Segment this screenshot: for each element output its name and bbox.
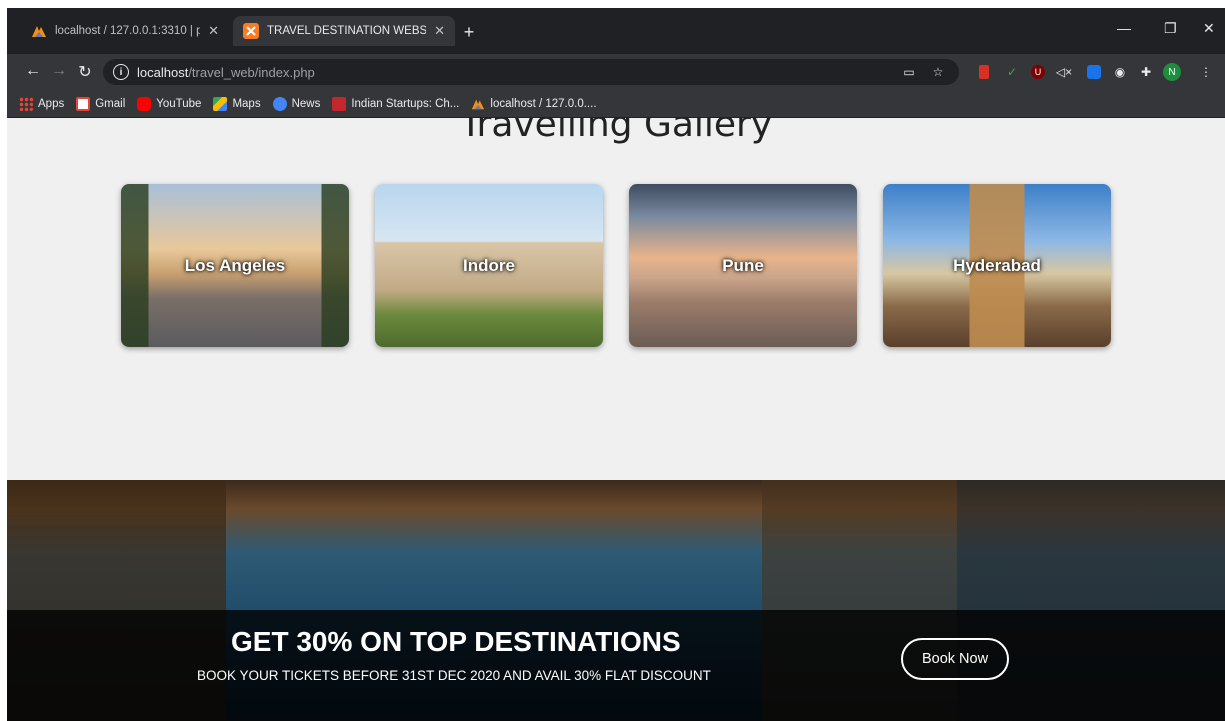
close-window-icon[interactable]: ✕ xyxy=(1203,20,1215,37)
youtube-icon xyxy=(137,96,152,111)
bookmark-label: localhost / 127.0.0.... xyxy=(490,97,597,110)
gallery-card-los-angeles[interactable]: Los Angeles xyxy=(121,184,349,347)
card-city-label: Hyderabad xyxy=(953,256,1041,275)
xampp-icon xyxy=(243,23,259,39)
close-tab-icon[interactable]: ✕ xyxy=(434,23,445,39)
bookmark-maps[interactable]: Maps xyxy=(213,96,261,111)
bookmark-indian-startups[interactable]: Indian Startups: Ch... xyxy=(332,96,460,111)
bookmark-label: YouTube xyxy=(156,97,202,110)
tab-title: localhost / 127.0.0.1:3310 | phpM xyxy=(55,25,201,37)
address-bar[interactable]: i localhost/travel_web/index.php xyxy=(103,59,959,85)
promo-subtext: BOOK YOUR TICKETS BEFORE 31ST DEC 2020 A… xyxy=(197,668,711,683)
bookmark-label: Gmail xyxy=(95,97,126,110)
new-tab-button[interactable]: + xyxy=(459,22,479,43)
gallery-card-hyderabad[interactable]: Hyderabad xyxy=(883,184,1111,347)
apps-grid-icon xyxy=(19,96,33,111)
bookmark-label: Indian Startups: Ch... xyxy=(351,97,460,110)
ghost-extension-icon[interactable]: ◉ xyxy=(1111,63,1129,81)
forward-arrow-icon[interactable]: → xyxy=(49,62,69,80)
phpmyadmin-icon xyxy=(471,97,485,111)
et-icon xyxy=(332,96,347,111)
gmail-icon xyxy=(76,96,91,111)
ublock-icon[interactable]: U xyxy=(1029,63,1047,81)
bookmark-apps[interactable]: Apps xyxy=(19,96,65,111)
gallery-card-pune[interactable]: Pune xyxy=(629,184,857,347)
bookmark-label: Maps xyxy=(232,97,261,110)
minimize-icon[interactable]: — xyxy=(1117,20,1131,36)
gallery-card-indore[interactable]: Indore xyxy=(375,184,603,347)
profile-avatar[interactable]: N xyxy=(1163,63,1181,81)
check-extension-icon[interactable]: ✓ xyxy=(1003,63,1021,81)
bookmark-localhost[interactable]: localhost / 127.0.0.... xyxy=(471,97,597,111)
restore-icon[interactable]: ❐ xyxy=(1164,20,1177,37)
card-city-label: Pune xyxy=(722,256,764,275)
news-icon xyxy=(272,96,287,111)
tab-phpmyadmin[interactable]: localhost / 127.0.0.1:3310 | phpM ✕ xyxy=(21,16,229,46)
site-info-icon[interactable]: i xyxy=(113,64,129,80)
extensions-puzzle-icon[interactable]: ✚ xyxy=(1137,63,1155,81)
tab-title: TRAVEL DESTINATION WEBSITE xyxy=(267,25,427,37)
bookmark-youtube[interactable]: YouTube xyxy=(137,96,202,111)
close-tab-icon[interactable]: ✕ xyxy=(208,23,219,39)
cast-icon[interactable]: ▭ xyxy=(900,63,918,81)
card-city-label: Indore xyxy=(463,256,515,275)
url-host: localhost xyxy=(137,64,189,80)
book-now-button[interactable]: Book Now xyxy=(901,638,1009,680)
card-city-label: Los Angeles xyxy=(184,256,286,275)
screen-capture-icon[interactable] xyxy=(1085,63,1103,81)
url-path: /travel_web/index.php xyxy=(188,64,315,80)
browser-window: localhost / 127.0.0.1:3310 | phpM ✕ TRAV… xyxy=(7,8,1225,721)
bookmark-gmail[interactable]: Gmail xyxy=(76,96,126,111)
extension-red-icon[interactable] xyxy=(975,63,993,81)
gallery-title: Travelling Gallery xyxy=(459,118,773,145)
tab-travel-destination[interactable]: TRAVEL DESTINATION WEBSITE ✕ xyxy=(233,16,455,46)
tab-strip: localhost / 127.0.0.1:3310 | phpM ✕ TRAV… xyxy=(7,8,1225,54)
browser-toolbar: ← → ↻ i localhost/travel_web/index.php ▭… xyxy=(7,54,1225,90)
mute-icon[interactable]: ◁× xyxy=(1055,63,1073,81)
reload-icon[interactable]: ↻ xyxy=(75,62,95,82)
back-arrow-icon[interactable]: ← xyxy=(23,62,43,80)
bookmark-label: Apps xyxy=(38,97,65,110)
bookmark-label: News xyxy=(291,97,321,110)
bookmark-star-icon[interactable]: ☆ xyxy=(929,63,947,81)
bookmark-news[interactable]: News xyxy=(272,96,321,111)
page-viewport: Travelling Gallery Los Angeles Indore Pu… xyxy=(7,118,1225,721)
phpmyadmin-icon xyxy=(31,23,47,39)
menu-kebab-icon[interactable]: ⋮ xyxy=(1197,63,1215,81)
maps-icon xyxy=(213,96,228,111)
promo-headline: GET 30% ON TOP DESTINATIONS xyxy=(231,626,681,657)
bookmarks-bar: Apps Gmail YouTube Maps News Indian Star… xyxy=(7,90,1225,118)
profile-initial: N xyxy=(1163,63,1181,81)
